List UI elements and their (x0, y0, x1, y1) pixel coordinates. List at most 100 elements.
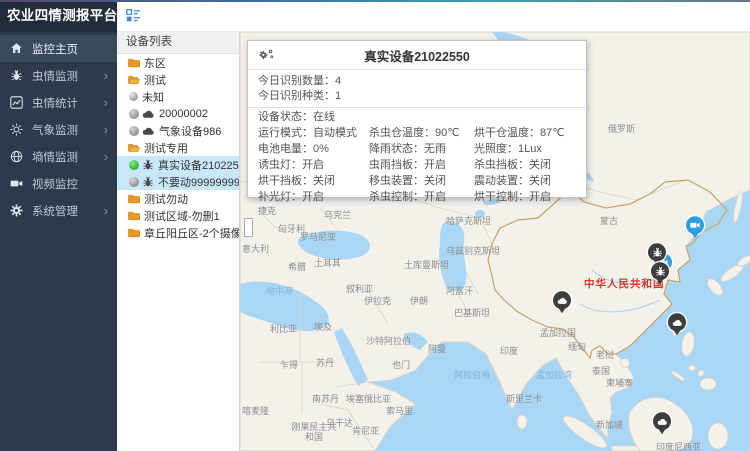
popup-grid-cell: 烘干控制：开启 (474, 189, 586, 205)
map-country-label: 也门 (392, 358, 410, 371)
map-country-label: 土库曼斯坦 (404, 258, 449, 271)
sidebar-item-label: 虫情监测 (32, 68, 104, 84)
popup-grid-cell: 运行模式：自动模式 (258, 125, 369, 141)
sidebar-item-label: 监控主页 (32, 41, 117, 57)
device-popup-stats: 今日识别数量：4今日识别种类：1 (248, 70, 586, 108)
chart-icon (9, 96, 23, 110)
sidebar-item-system-admin[interactable]: 系统管理› (0, 197, 117, 224)
popup-stat-line: 今日识别种类：1 (258, 89, 576, 104)
tree-item[interactable]: 章丘阳丘区-2个摄像头 (117, 224, 239, 241)
window-top-edge (0, 0, 750, 2)
map-country-label: 新加坡 (596, 418, 623, 431)
device-panel-title: 设备列表 (117, 32, 239, 54)
map-country-label: 利比亚 (270, 322, 297, 335)
chevron-right-icon: › (104, 204, 108, 217)
map-country-label: 南苏丹 (312, 392, 339, 405)
tree-toggle-icon[interactable] (126, 9, 141, 22)
sidebar-menu: 监控主页虫情监测›虫情统计›气象监测›墒情监测›视频监控系统管理› (0, 32, 117, 224)
map-country-label: 伊拉克 (364, 294, 391, 307)
unknown-node-icon (129, 92, 138, 101)
map-marker-cloud[interactable] (553, 291, 571, 309)
tree-item[interactable]: 测试区域-勿删1 (117, 207, 239, 224)
map-marker-bug[interactable] (651, 262, 669, 280)
chevron-right-icon: › (104, 123, 108, 136)
map-country-label: 孟加拉国 (540, 326, 576, 339)
map-sea-label: 孟加拉湾 (536, 368, 572, 381)
sidebar-item-insect-monitor[interactable]: 虫情监测› (0, 62, 117, 89)
settings-gears-icon[interactable] (258, 48, 275, 61)
popup-grid-cell: 烘干挡板：关闭 (258, 173, 369, 189)
device-popup-grid: 运行模式：自动模式杀虫仓温度：90℃烘干仓温度：87℃电池电量：0%降雨状态：无… (248, 125, 586, 205)
map-country-label: 捷克 (258, 204, 276, 217)
insect-device-icon (142, 176, 154, 188)
tree-item[interactable]: 不要动99999999 (117, 173, 239, 190)
app-root: 农业四情测报平台 监控主页虫情监测›虫情统计›气象监测›墒情监测›视频监控系统管… (0, 0, 750, 451)
device-popup-header: 真实设备21022550 (248, 41, 586, 70)
popup-grid-cell: 烘干仓温度：87℃ (474, 125, 586, 141)
map-marker-camera[interactable] (686, 216, 704, 234)
sidebar-item-video-monitor[interactable]: 视频监控 (0, 170, 117, 197)
tree-item[interactable]: 测试 (117, 71, 239, 88)
popup-grid-cell: 电池电量：0% (258, 141, 369, 157)
popup-grid-cell: 杀虫仓温度：90℃ (369, 125, 474, 141)
globe-icon (9, 150, 23, 164)
tree-item[interactable]: 20000002 (117, 105, 239, 122)
weather-device-icon (142, 126, 155, 136)
popup-grid-cell: 补光灯：开启 (258, 189, 369, 205)
map-country-label: 乍得 (280, 358, 298, 371)
map-country-label: 苏丹 (316, 356, 334, 369)
map-marker-cloud[interactable] (653, 412, 671, 430)
popup-grid-cell: 震动装置：关闭 (474, 173, 586, 189)
tree-item-label: 测试区域-勿删1 (144, 208, 220, 224)
tree-item[interactable]: 测试勿动 (117, 190, 239, 207)
folder-icon (128, 194, 140, 204)
sidebar-item-home[interactable]: 监控主页 (0, 35, 117, 62)
popup-grid-cell: 杀虫挡板：关闭 (474, 157, 586, 173)
map-country-label: 柬埔寨 (606, 376, 633, 389)
sidebar-item-label: 系统管理 (32, 203, 104, 219)
sidebar-item-soil-monitor[interactable]: 墒情监测› (0, 143, 117, 170)
folder-open-icon (128, 75, 140, 85)
tree-item-label: 不要动99999999 (158, 174, 239, 190)
tree-item[interactable]: 气象设备986 (117, 122, 239, 139)
tree-item-label: 测试勿动 (144, 191, 188, 207)
map-country-label: 哈萨克斯坦 (446, 214, 491, 227)
popup-grid-cell: 杀虫控制：开启 (369, 189, 474, 205)
chevron-right-icon: › (104, 69, 108, 82)
status-dot-green (129, 160, 139, 170)
tree-item-label: 气象设备986 (159, 123, 221, 139)
bug-icon (9, 69, 23, 83)
tree-item-label: 真实设备21022550 (158, 157, 239, 173)
map-country-label: 埃及 (314, 320, 332, 333)
tree-item[interactable]: 测试专用 (117, 139, 239, 156)
map-marker-cloud[interactable] (668, 313, 686, 331)
status-dot-gray (129, 109, 139, 119)
tree-item-label: 测试 (144, 72, 166, 88)
map-country-label: 罗马尼亚 (300, 230, 336, 243)
tree-item-label: 章丘阳丘区-2个摄像头 (144, 225, 239, 241)
tree-item[interactable]: 未知 (117, 88, 239, 105)
map-country-label: 土耳其 (314, 256, 341, 269)
sidebar-item-insect-stats[interactable]: 虫情统计› (0, 89, 117, 116)
tree-item[interactable]: 真实设备21022550 (117, 156, 239, 173)
sidebar-item-weather-monitor[interactable]: 气象监测› (0, 116, 117, 143)
sidebar: 农业四情测报平台 监控主页虫情监测›虫情统计›气象监测›墒情监测›视频监控系统管… (0, 0, 117, 451)
map-zoom-control-partial[interactable] (244, 218, 253, 237)
map-country-label: 肯尼亚 (352, 424, 379, 437)
tree-item-label: 20000002 (159, 108, 208, 120)
tree-item-label: 东区 (144, 55, 166, 71)
map-marker-bug[interactable] (648, 243, 666, 261)
map-country-label: 老挝 (596, 348, 614, 361)
popup-grid-cell: 移虫装置：关闭 (369, 173, 474, 189)
status-dot-gray (129, 126, 139, 136)
popup-grid-cell: 诱虫灯：开启 (258, 157, 369, 173)
home-icon (9, 42, 23, 56)
tree-item[interactable]: 东区 (117, 54, 239, 71)
status-dot-gray (129, 177, 139, 187)
app-title: 农业四情测报平台 (0, 0, 117, 32)
chevron-right-icon: › (104, 150, 108, 163)
sidebar-item-label: 墒情监测 (32, 149, 104, 165)
map-country-label: 印度尼西亚 (656, 440, 701, 451)
insect-device-icon (142, 159, 154, 171)
map-country-label: 阿曼 (428, 342, 446, 355)
